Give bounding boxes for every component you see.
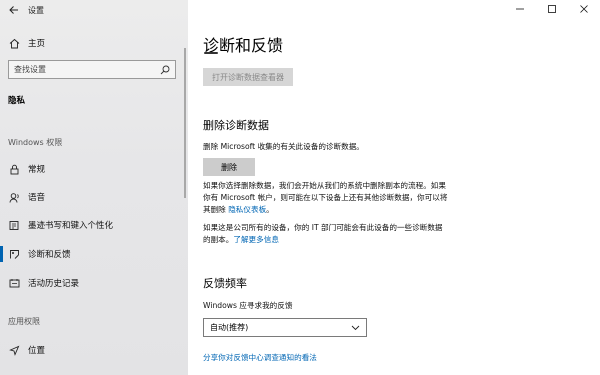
privacy-dashboard-link[interactable]: 隐私仪表板 bbox=[228, 205, 266, 214]
sidebar: 设置 主页 隐私 Windows 权限 常规 语音 墨迹书写和键入个性化 bbox=[0, 0, 188, 375]
search-input[interactable] bbox=[14, 65, 154, 74]
main-content: 诊断和反馈 打开诊断数据查看器 删除诊断数据 删除 Microsoft 收集的有… bbox=[188, 0, 600, 375]
sidebar-item-label: 墨迹书写和键入个性化 bbox=[28, 221, 114, 231]
org-note: 如果这是公司所有的设备，你的 IT 部门可能会有此设备的一些诊断数据 的副本。了… bbox=[203, 222, 475, 246]
delete-note-line: 其删除 隐私仪表板。 bbox=[203, 204, 475, 216]
sidebar-item-home[interactable]: 主页 bbox=[0, 32, 188, 54]
sidebar-item-diagnostics[interactable]: 诊断和反馈 bbox=[0, 243, 188, 265]
org-note-line: 如果这是公司所有的设备，你的 IT 部门可能会有此设备的一些诊断数据 bbox=[203, 223, 443, 232]
feedback-section-heading: 反馈频率 bbox=[203, 277, 247, 290]
delete-note-line: 如果你选择删除数据，我们会开始从我们的系统中删除副本的流程。如果 bbox=[203, 181, 446, 190]
dropdown-value: 自动(推荐) bbox=[210, 323, 249, 332]
window-title: 设置 bbox=[28, 5, 44, 15]
feedback-frequency-dropdown[interactable]: 自动(推荐) bbox=[203, 318, 367, 337]
sidebar-item-activity-history[interactable]: 活动历史记录 bbox=[0, 272, 188, 294]
org-note-line: 的副本。了解更多信息 bbox=[203, 234, 475, 246]
search-icon[interactable] bbox=[160, 65, 170, 75]
pen-keyboard-icon bbox=[8, 219, 20, 231]
delete-note: 如果你选择删除数据，我们会开始从我们的系统中删除副本的流程。如果 你有 Micr… bbox=[203, 180, 475, 216]
learn-more-link[interactable]: 了解更多信息 bbox=[233, 235, 279, 244]
category-title: 隐私 bbox=[8, 96, 26, 106]
sidebar-item-label: 语音 bbox=[28, 193, 46, 203]
delete-note-line: 你有 Microsoft 帐户，则可能在以下设备上还有其他诊断数据，你可以将 bbox=[203, 193, 448, 202]
sidebar-item-label: 诊断和反馈 bbox=[28, 250, 71, 260]
sidebar-item-label: 活动历史记录 bbox=[28, 279, 80, 289]
sidebar-item-label: 常规 bbox=[28, 165, 46, 175]
section-label-app-permissions: 应用权限 bbox=[8, 317, 40, 326]
org-note-prefix: 的副本。 bbox=[203, 235, 234, 244]
history-icon bbox=[8, 277, 20, 289]
section-label-windows-permissions: Windows 权限 bbox=[8, 138, 63, 147]
home-icon bbox=[8, 37, 20, 49]
delete-note-suffix: 。 bbox=[266, 205, 274, 214]
delete-description: 删除 Microsoft 收集的有关此设备的诊断数据。 bbox=[203, 142, 364, 151]
window-title-bar: 设置 bbox=[8, 4, 44, 16]
sidebar-item-general[interactable]: 常规 bbox=[0, 158, 188, 180]
sidebar-item-label: 位置 bbox=[28, 346, 46, 356]
sidebar-item-speech[interactable]: 语音 bbox=[0, 186, 188, 208]
sidebar-item-inking[interactable]: 墨迹书写和键入个性化 bbox=[0, 214, 188, 236]
sidebar-item-location[interactable]: 位置 bbox=[0, 339, 188, 361]
search-box[interactable] bbox=[8, 60, 176, 79]
speech-icon bbox=[8, 191, 20, 203]
lock-icon bbox=[8, 163, 20, 175]
scroll-indicator bbox=[204, 52, 218, 54]
feedback-ask-label: Windows 应寻求我的反馈 bbox=[203, 301, 293, 310]
sidebar-scrollbar[interactable] bbox=[184, 48, 186, 198]
delete-note-prefix: 其删除 bbox=[203, 205, 229, 214]
diagnostics-icon bbox=[8, 248, 20, 260]
delete-button[interactable]: 删除 bbox=[203, 158, 255, 176]
share-feedback-link[interactable]: 分享你对反馈中心调查通知的看法 bbox=[203, 352, 475, 364]
open-diagnostic-viewer-button[interactable]: 打开诊断数据查看器 bbox=[203, 68, 293, 86]
back-arrow-icon[interactable] bbox=[8, 4, 20, 16]
sidebar-item-label: 主页 bbox=[28, 39, 46, 49]
location-icon bbox=[8, 344, 20, 356]
active-indicator bbox=[0, 246, 3, 262]
delete-section-heading: 删除诊断数据 bbox=[203, 119, 269, 132]
chevron-down-icon bbox=[351, 325, 360, 330]
